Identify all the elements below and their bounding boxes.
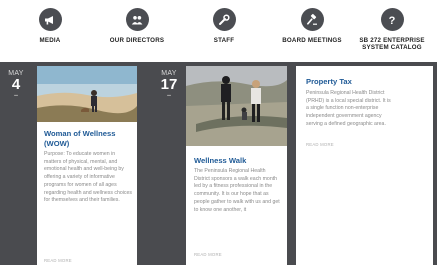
- quicklink-media[interactable]: MEDIA: [5, 8, 95, 44]
- event-card-property-tax[interactable]: Property Tax Peninsula Regional Health D…: [296, 66, 433, 265]
- quicklink-board-meetings[interactable]: BOARD MEETINGS: [267, 8, 357, 44]
- question-icon: ?: [380, 8, 404, 31]
- quicklink-our-directors[interactable]: OUR DIRECTORS: [92, 8, 182, 44]
- gavel-icon: [300, 8, 324, 31]
- event-title-line1: Woman of Wellness: [44, 129, 116, 138]
- wrench-icon: [212, 8, 236, 31]
- event-card-wellness-walk[interactable]: Wellness Walk The Peninsula Regional Hea…: [186, 66, 287, 265]
- megaphone-icon: [38, 8, 62, 31]
- quicklink-staff[interactable]: STAFF: [179, 8, 269, 44]
- event-date-1: MAY 4 ▬: [3, 70, 29, 97]
- quicklink-sb272-catalog-label: SB 272 ENTERPRISE SYSTEM CATALOG: [347, 37, 437, 51]
- event-photo: [37, 66, 137, 122]
- read-more-link[interactable]: READ MORE: [306, 142, 334, 147]
- event-title[interactable]: Wellness Walk: [194, 156, 284, 166]
- svg-text:?: ?: [389, 15, 396, 27]
- event-year-mark: ▬: [14, 93, 18, 97]
- event-title[interactable]: Property Tax: [306, 77, 426, 87]
- event-date-2: MAY 17 ▬: [156, 70, 182, 97]
- event-day: 17: [160, 76, 178, 93]
- event-year-mark: ▬: [167, 93, 171, 97]
- quicklink-staff-label: STAFF: [213, 37, 235, 44]
- quicklink-sb272-catalog[interactable]: ? SB 272 ENTERPRISE SYSTEM CATALOG: [347, 8, 437, 51]
- quicklink-sb272-catalog-label-line1: SB 272 ENTERPRISE: [359, 37, 425, 44]
- quick-links-bar: MEDIA OUR DIRECTORS STAFF BOARD MEETINGS…: [0, 0, 437, 54]
- event-description: Peninsula Regional Health District (PRHD…: [306, 90, 391, 127]
- read-more-link[interactable]: READ MORE: [194, 252, 222, 257]
- event-description: The Peninsula Regional Health District s…: [194, 168, 280, 213]
- event-title[interactable]: Woman of Wellness (WOW): [44, 129, 134, 148]
- events-strip: MAY 4 ▬ Woman of Wellness (WOW) Purpose:…: [0, 62, 437, 265]
- read-more-link[interactable]: READ MORE: [44, 258, 72, 263]
- event-description: Purpose: To educate women in matters of …: [44, 151, 132, 204]
- event-photo: [186, 66, 287, 146]
- quicklink-sb272-catalog-label-line2: SYSTEM CATALOG: [362, 44, 422, 51]
- quicklink-media-label: MEDIA: [39, 37, 61, 44]
- quicklink-board-meetings-label: BOARD MEETINGS: [282, 37, 342, 44]
- event-card-wow[interactable]: Woman of Wellness (WOW) Purpose: To educ…: [37, 66, 137, 265]
- quicklink-our-directors-label: OUR DIRECTORS: [109, 37, 165, 44]
- people-icon: [125, 8, 149, 31]
- event-day: 4: [11, 76, 21, 93]
- event-title-line2: (WOW): [44, 138, 70, 148]
